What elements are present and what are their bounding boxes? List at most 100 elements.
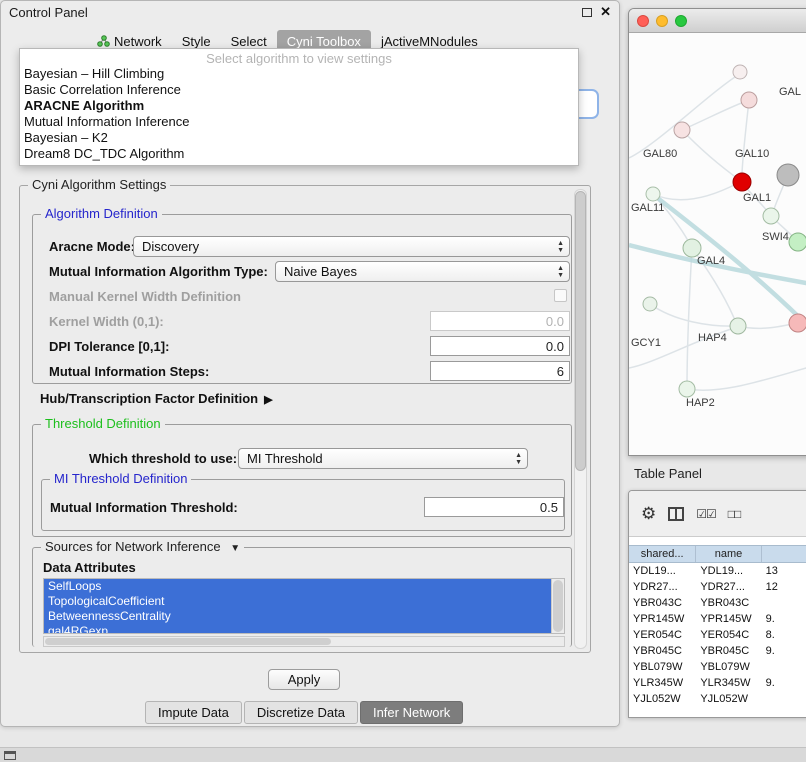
panel-title: Control Panel bbox=[9, 5, 88, 20]
sources-title: Sources for Network Inference bbox=[45, 539, 221, 554]
graph-node[interactable] bbox=[733, 65, 747, 79]
graph-node[interactable] bbox=[789, 233, 806, 251]
network-window-titlebar bbox=[629, 9, 806, 33]
manual-kernel-label: Manual Kernel Width Definition bbox=[49, 289, 241, 304]
float-window-icon[interactable] bbox=[582, 8, 592, 17]
bottom-tab-bar: Impute DataDiscretize DataInfer Network bbox=[145, 701, 463, 724]
node-label: GAL1 bbox=[743, 192, 771, 204]
mi-threshold-field[interactable]: 0.5 bbox=[424, 497, 564, 517]
table-cell: YBR043C bbox=[629, 595, 696, 611]
mac-zoom-button[interactable] bbox=[675, 15, 687, 27]
table-cell: YLR345W bbox=[696, 675, 761, 691]
aracne-mode-select[interactable]: Discovery ▲▼ bbox=[133, 236, 570, 257]
graph-node[interactable] bbox=[777, 164, 799, 186]
table-toolbar: ⚙ ☑☑ □□ bbox=[629, 491, 806, 537]
table-cell: 13 bbox=[762, 563, 806, 579]
graph-node[interactable] bbox=[763, 208, 779, 224]
column-header[interactable]: name bbox=[696, 546, 761, 562]
graph-node[interactable] bbox=[789, 314, 806, 332]
table-row[interactable]: YER054CYER054C8. bbox=[629, 627, 806, 643]
table-row[interactable]: YDR27...YDR27...12 bbox=[629, 579, 806, 595]
apply-button[interactable]: Apply bbox=[268, 669, 340, 690]
graph-node[interactable] bbox=[674, 122, 690, 138]
mi-threshold-group-title: MI Threshold Definition bbox=[50, 471, 191, 486]
close-icon[interactable]: ✕ bbox=[600, 6, 611, 18]
network-canvas[interactable]: GALGAL80GAL10GAL11GAL1SWI4GAL4GCY1HAP4HA… bbox=[629, 33, 806, 455]
algorithm-definition-group: Algorithm Definition Aracne Mode: Discov… bbox=[32, 214, 572, 384]
algorithm-option[interactable]: Bayesian – Hill Climbing bbox=[20, 66, 578, 82]
stepper-arrows-icon: ▲▼ bbox=[515, 452, 522, 466]
table-row[interactable]: YLR345WYLR345W9. bbox=[629, 675, 806, 691]
column-header[interactable]: shared... bbox=[629, 546, 696, 562]
graph-node[interactable] bbox=[646, 187, 660, 201]
aracne-mode-label: Aracne Mode: bbox=[49, 239, 135, 254]
which-threshold-select[interactable]: MI Threshold ▲▼ bbox=[238, 448, 528, 469]
mi-steps-field[interactable]: 6 bbox=[430, 361, 570, 381]
threshold-definition-group: Threshold Definition Which threshold to … bbox=[32, 424, 572, 537]
attribute-item[interactable]: TopologicalCoefficient bbox=[44, 594, 551, 609]
graph-node[interactable] bbox=[741, 92, 757, 108]
kernel-width-field: 0.0 bbox=[430, 311, 570, 331]
table-cell bbox=[762, 659, 806, 675]
algorithm-option[interactable]: ARACNE Algorithm bbox=[20, 98, 578, 114]
which-threshold-label: Which threshold to use: bbox=[89, 451, 237, 466]
collapse-down-icon: ▼ bbox=[230, 543, 240, 554]
node-label: HAP2 bbox=[686, 397, 715, 409]
sources-collapse-toggle[interactable]: Sources for Network Inference ▼ bbox=[41, 539, 244, 554]
algorithm-option[interactable]: Dream8 DC_TDC Algorithm bbox=[20, 146, 578, 162]
show-panel-icon[interactable] bbox=[4, 751, 16, 760]
table-cell: 9. bbox=[762, 643, 806, 659]
kernel-width-value: 0.0 bbox=[546, 314, 564, 329]
attribute-item[interactable]: SelfLoops bbox=[44, 579, 551, 594]
table-row[interactable]: YDL19...YDL19...13 bbox=[629, 563, 806, 579]
attribute-item[interactable]: gal4RGexp bbox=[44, 624, 551, 634]
algorithm-dropdown-prompt: Select algorithm to view settings bbox=[20, 49, 578, 66]
bottom-tab-discretize-data[interactable]: Discretize Data bbox=[244, 701, 358, 724]
bottom-tab-infer-network[interactable]: Infer Network bbox=[360, 701, 463, 724]
mi-type-select[interactable]: Naive Bayes ▲▼ bbox=[275, 261, 570, 282]
attributes-horizontal-scrollbar[interactable] bbox=[43, 636, 565, 647]
table-cell: YBR045C bbox=[629, 643, 696, 659]
graph-node[interactable] bbox=[730, 318, 746, 334]
table-cell: YDL19... bbox=[629, 563, 696, 579]
unselect-all-icon[interactable]: □□ bbox=[728, 507, 741, 521]
table-row[interactable]: YBR045CYBR045C9. bbox=[629, 643, 806, 659]
node-label: GAL bbox=[779, 86, 801, 98]
table-cell bbox=[762, 691, 806, 707]
attr-items: SelfLoopsTopologicalCoefficientBetweenne… bbox=[44, 579, 551, 634]
hub-definition-expander[interactable]: Hub/Transcription Factor Definition▶ bbox=[40, 391, 273, 406]
table-body: YDL19...YDL19...13YDR27...YDR27...12YBR0… bbox=[629, 563, 806, 717]
mi-type-value: Naive Bayes bbox=[284, 264, 357, 279]
table-cell: 9. bbox=[762, 611, 806, 627]
graph-node[interactable] bbox=[643, 297, 657, 311]
attributes-vertical-scrollbar[interactable] bbox=[551, 579, 564, 633]
gear-icon[interactable]: ⚙ bbox=[641, 505, 656, 522]
manual-kernel-checkbox bbox=[554, 289, 567, 302]
table-row[interactable]: YJL052WYJL052W bbox=[629, 691, 806, 707]
algorithm-option[interactable]: Bayesian – K2 bbox=[20, 130, 578, 146]
algorithm-option[interactable]: Basic Correlation Inference bbox=[20, 82, 578, 98]
attribute-item[interactable]: BetweennessCentrality bbox=[44, 609, 551, 624]
table-row[interactable]: YBL079WYBL079W bbox=[629, 659, 806, 675]
algorithm-option[interactable]: Mutual Information Inference bbox=[20, 114, 578, 130]
table-row[interactable]: YBR043CYBR043C bbox=[629, 595, 806, 611]
column-header[interactable] bbox=[762, 546, 806, 562]
graph-node[interactable] bbox=[733, 173, 751, 191]
settings-scrollbar[interactable] bbox=[574, 189, 587, 649]
mac-minimize-button[interactable] bbox=[656, 15, 668, 27]
dpi-tolerance-field[interactable]: 0.0 bbox=[430, 336, 570, 356]
table-cell: 9. bbox=[762, 675, 806, 691]
node-label: GAL80 bbox=[643, 148, 677, 160]
bottom-tab-impute-data[interactable]: Impute Data bbox=[145, 701, 242, 724]
data-attributes-label: Data Attributes bbox=[43, 560, 136, 575]
stepper-arrows-icon: ▲▼ bbox=[557, 240, 564, 254]
table-header-row: shared...name bbox=[629, 545, 806, 563]
select-all-icon[interactable]: ☑☑ bbox=[696, 507, 716, 521]
column-manager-icon[interactable] bbox=[668, 507, 684, 521]
mac-close-button[interactable] bbox=[637, 15, 649, 27]
settings-scrollbar-thumb[interactable] bbox=[575, 191, 586, 471]
mi-steps-label: Mutual Information Steps: bbox=[49, 364, 209, 379]
graph-node[interactable] bbox=[679, 381, 695, 397]
table-row[interactable]: YPR145WYPR145W9. bbox=[629, 611, 806, 627]
table-cell: 12 bbox=[762, 579, 806, 595]
